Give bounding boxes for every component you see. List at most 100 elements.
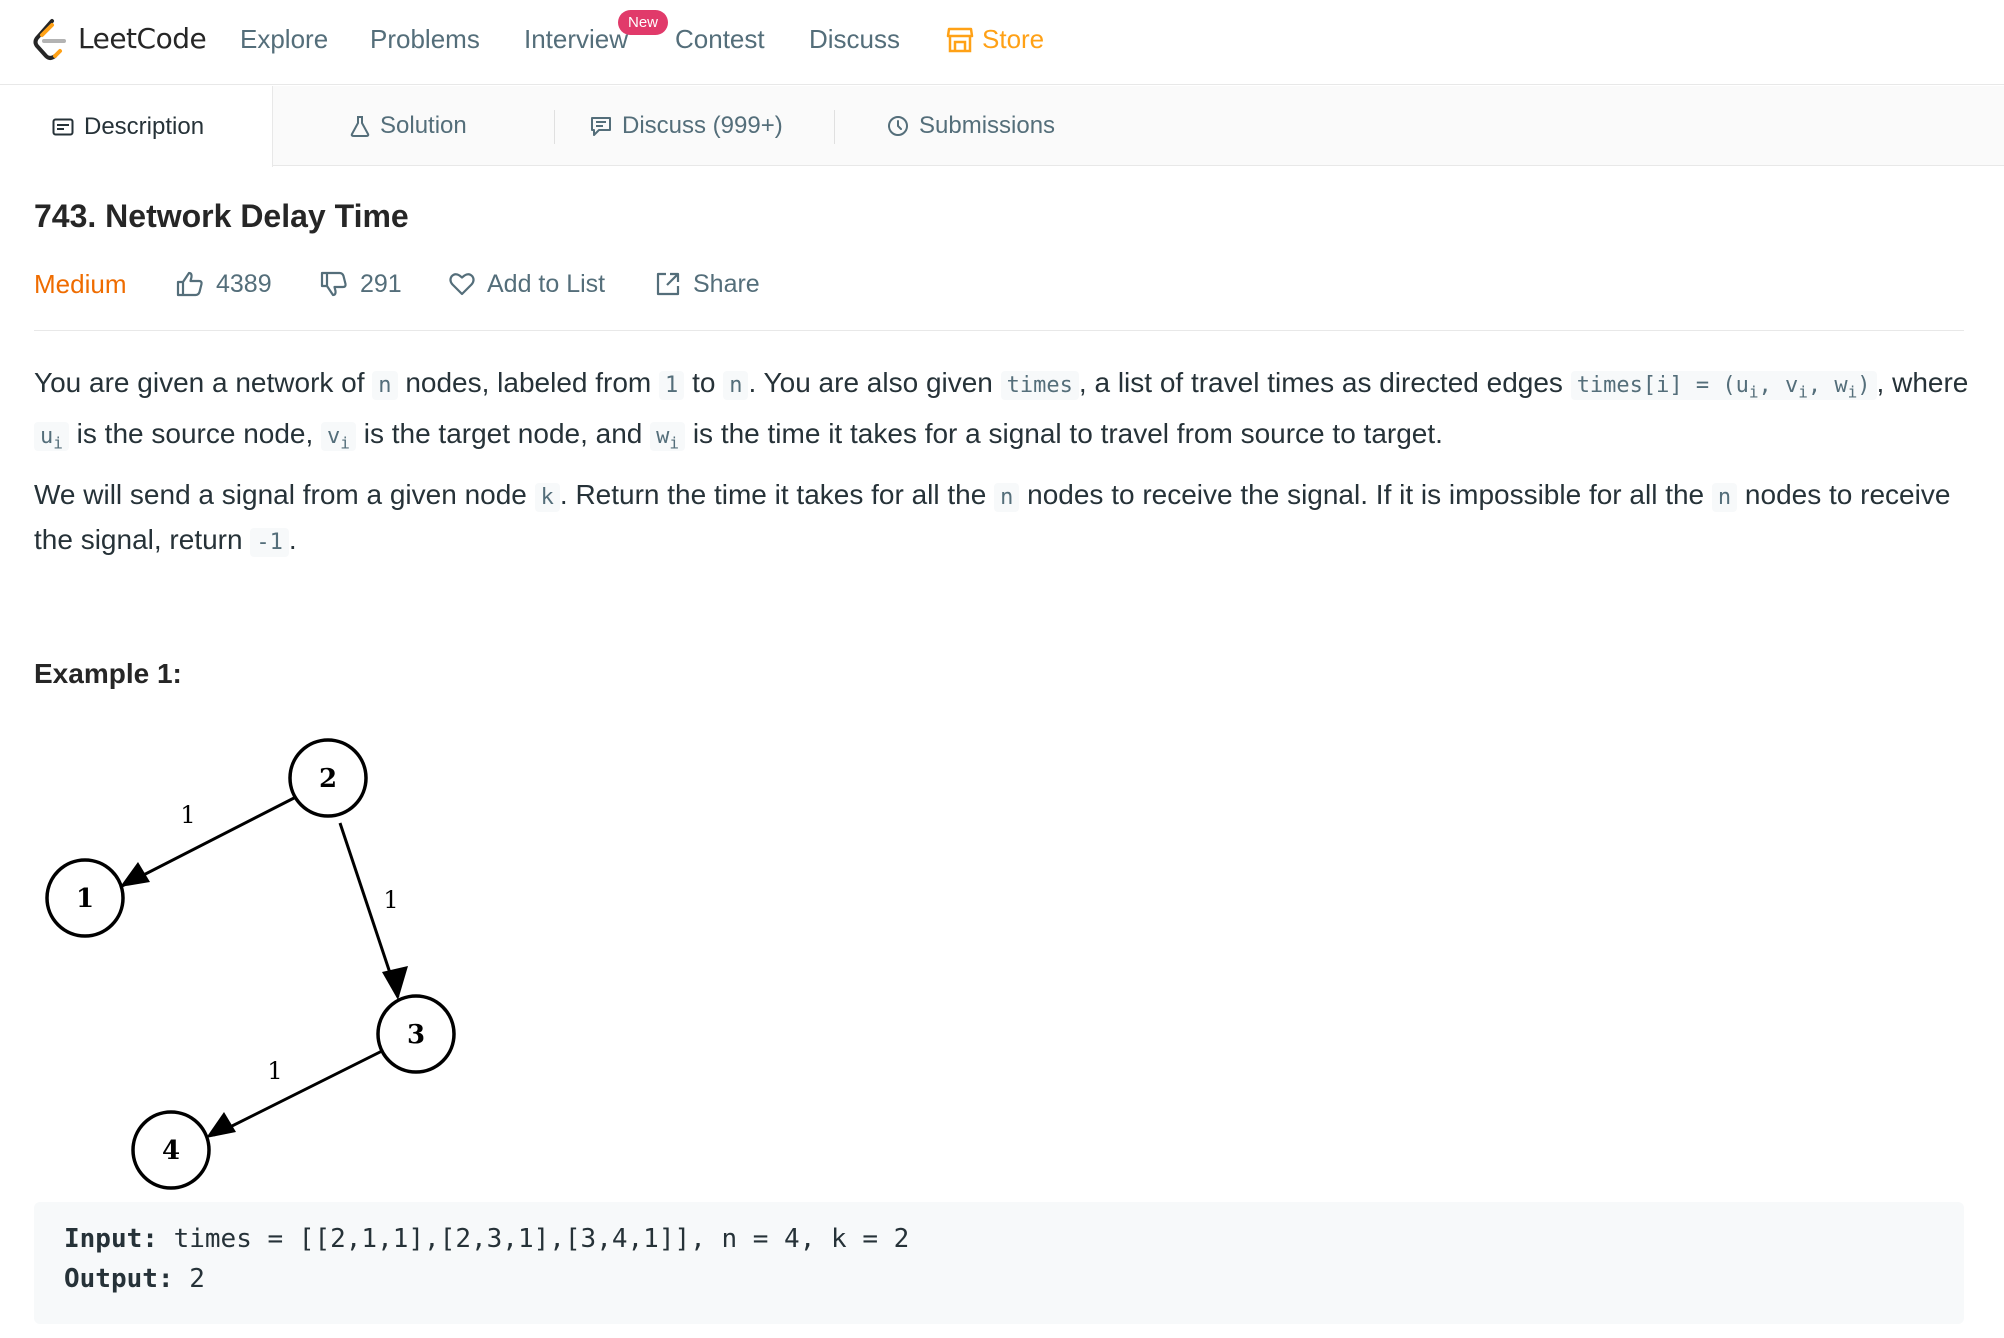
tab-submissions[interactable]: Submissions xyxy=(887,86,1055,166)
code-part: w xyxy=(656,424,670,450)
output-value: 2 xyxy=(173,1264,205,1294)
subscript: i xyxy=(340,433,350,453)
text: . xyxy=(288,524,297,555)
problem-meta: Medium 4389 291 Add to List Share xyxy=(34,266,1984,302)
subscript: i xyxy=(1847,382,1858,402)
inline-code: n xyxy=(994,483,1020,512)
inline-code: 1 xyxy=(659,371,685,400)
arrowhead-2-3 xyxy=(382,966,408,1000)
inline-code: -1 xyxy=(250,528,289,557)
problem-title: 743. Network Delay Time xyxy=(34,198,409,234)
text: is the target node, and xyxy=(355,418,651,450)
inline-code: ui xyxy=(34,422,69,453)
graph-node-label: 3 xyxy=(407,1020,425,1050)
nav-discuss[interactable]: Discuss xyxy=(809,24,900,55)
like-count: 4389 xyxy=(216,269,272,298)
nav-store[interactable]: Store xyxy=(946,24,1044,55)
text: nodes to receive the signal. If it is im… xyxy=(1019,479,1712,510)
example-code-block: Input: times = [[2,1,1],[2,3,1],[3,4,1]]… xyxy=(34,1202,1964,1324)
text: We will send a signal from a given node xyxy=(34,479,535,510)
inline-code: n xyxy=(723,371,749,400)
graph-node-label: 1 xyxy=(76,884,94,914)
inline-code: n xyxy=(1711,483,1738,512)
tab-solution-label: Solution xyxy=(380,112,467,139)
nav-interview[interactable]: Interview xyxy=(524,24,628,55)
text: , where xyxy=(1876,367,1969,398)
output-label: Output: xyxy=(64,1264,174,1294)
arrowhead-2-1 xyxy=(120,862,150,887)
heart-icon xyxy=(449,273,475,296)
difficulty-badge: Medium xyxy=(34,268,127,299)
text: . Return the time it takes for all the xyxy=(559,479,995,510)
inline-code: times xyxy=(1000,371,1079,400)
leetcode-logo-icon xyxy=(33,19,66,60)
code-part: times[i] = (u xyxy=(1576,373,1749,398)
edge-2-1 xyxy=(119,795,297,889)
edge-weight-label: 1 xyxy=(267,1057,282,1085)
tab-discuss[interactable]: Discuss (999+) xyxy=(590,86,783,166)
tab-solution[interactable]: Solution xyxy=(350,86,467,166)
subscript: i xyxy=(1798,382,1808,402)
inline-code: k xyxy=(534,483,560,512)
edge-weight-label: 1 xyxy=(383,886,398,914)
share-label: Share xyxy=(693,269,760,298)
thumbs-up-icon xyxy=(176,271,203,297)
code-part: v xyxy=(327,424,341,450)
divider xyxy=(34,330,1964,331)
description-icon xyxy=(52,118,74,135)
text: , a list of travel times as directed edg… xyxy=(1078,367,1571,398)
tab-separator xyxy=(834,110,835,144)
inline-code: vi xyxy=(321,422,356,453)
text: is the source node, xyxy=(68,418,322,450)
text: You are given a network of xyxy=(34,367,373,398)
thumbs-down-icon xyxy=(320,271,347,297)
code-part: u xyxy=(40,424,54,450)
input-label: Input: xyxy=(64,1224,158,1254)
tab-discuss-label: Discuss (999+) xyxy=(622,112,783,139)
input-line: Input: times = [[2,1,1],[2,3,1],[3,4,1]]… xyxy=(64,1224,909,1254)
share-button[interactable]: Share xyxy=(655,266,760,302)
dislike-button[interactable]: 291 xyxy=(320,266,402,302)
like-button[interactable]: 4389 xyxy=(176,266,272,302)
comment-icon xyxy=(591,117,611,136)
graph-node-label: 4 xyxy=(162,1136,180,1166)
example-title: Example 1: xyxy=(34,658,182,689)
tab-submissions-label: Submissions xyxy=(919,112,1056,139)
text: nodes, labeled from xyxy=(397,367,660,398)
tab-description-label: Description xyxy=(84,112,205,140)
example-graph-diagram: 2 1 3 4 1 1 1 xyxy=(45,738,456,1190)
subscript: i xyxy=(53,433,63,453)
problem-tabs: Description Solution Discuss (999+) Subm… xyxy=(0,86,2004,167)
code-part: , w xyxy=(1807,373,1848,398)
inline-code-edge-tuple: times[i] = (ui, vi, wi) xyxy=(1570,371,1877,402)
subscript: i xyxy=(1748,382,1759,402)
graph-node-label: 2 xyxy=(319,764,337,794)
add-to-list-label: Add to List xyxy=(487,269,606,298)
code-part: ) xyxy=(1857,373,1871,398)
input-value: times = [[2,1,1],[2,3,1],[3,4,1]], n = 4… xyxy=(157,1224,910,1254)
nav-problems[interactable]: Problems xyxy=(370,24,480,55)
top-navbar: LeetCode Explore Problems Interview New … xyxy=(0,0,2004,85)
inline-code: wi xyxy=(650,422,686,453)
store-icon xyxy=(946,27,974,52)
tab-description[interactable]: Description xyxy=(0,86,273,167)
nav-explore[interactable]: Explore xyxy=(240,24,328,55)
new-badge: New xyxy=(618,10,668,35)
text: is the time it takes for a signal to tra… xyxy=(685,418,1443,450)
text: . You are also given xyxy=(748,367,1001,398)
tab-separator xyxy=(554,110,555,144)
flask-icon xyxy=(350,116,370,137)
nav-contest[interactable]: Contest xyxy=(675,24,765,55)
logo[interactable]: LeetCode xyxy=(32,18,207,62)
arrowhead-3-4 xyxy=(206,1112,236,1138)
code-part: , v xyxy=(1758,373,1799,398)
description-paragraph-1: You are given a network of n nodes, labe… xyxy=(34,362,1974,465)
edge-3-4 xyxy=(213,1048,385,1137)
store-label: Store xyxy=(982,24,1045,54)
edge-weight-label: 1 xyxy=(180,801,195,829)
text: to xyxy=(684,367,724,398)
add-to-list-button[interactable]: Add to List xyxy=(449,266,605,302)
share-icon xyxy=(656,272,680,296)
output-line: Output: 2 xyxy=(64,1264,205,1294)
logo-text: LeetCode xyxy=(78,22,207,55)
